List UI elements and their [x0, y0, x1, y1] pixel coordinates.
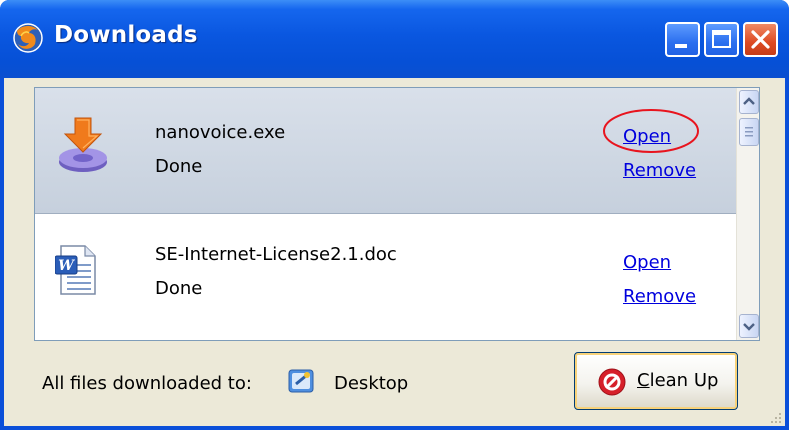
title-bar[interactable]: Downloads	[0, 0, 789, 78]
svg-text:W: W	[58, 258, 75, 274]
download-item[interactable]: nanovoice.exe Done Open Remove	[35, 88, 737, 214]
download-status: Done	[155, 156, 203, 177]
scroll-down-button[interactable]	[739, 314, 759, 338]
scroll-thumb[interactable]	[739, 118, 759, 146]
clean-up-label-rest: lean Up	[649, 370, 719, 391]
minimize-button[interactable]	[665, 22, 700, 57]
download-location-label: All files downloaded to:	[42, 373, 252, 394]
downloads-window: Downloads nanovoice.exe Done Open Remove…	[0, 0, 789, 430]
cancel-icon	[597, 367, 627, 397]
close-button[interactable]	[743, 22, 778, 57]
window-title: Downloads	[54, 22, 198, 48]
download-item[interactable]: W SE-Internet-License2.1.doc Done Open R…	[35, 214, 737, 340]
firefox-icon	[12, 22, 44, 54]
red-ellipse-annotation	[602, 108, 700, 154]
clean-up-access-key: C	[637, 370, 650, 391]
word-document-icon: W	[54, 244, 97, 296]
download-status: Done	[155, 278, 203, 299]
downloads-list: nanovoice.exe Done Open Remove W SE-Inte…	[34, 87, 760, 341]
dialog-body: nanovoice.exe Done Open Remove W SE-Inte…	[4, 78, 785, 426]
vertical-scrollbar[interactable]	[736, 88, 759, 340]
scroll-up-button[interactable]	[739, 90, 759, 114]
resize-grip-icon[interactable]	[769, 410, 783, 424]
desktop-folder-icon[interactable]	[287, 366, 317, 396]
file-name: nanovoice.exe	[155, 122, 286, 143]
remove-link[interactable]: Remove	[623, 286, 696, 307]
maximize-button[interactable]	[704, 22, 739, 57]
open-link[interactable]: Open	[623, 252, 671, 273]
download-folder-name[interactable]: Desktop	[334, 373, 408, 394]
remove-link[interactable]: Remove	[623, 160, 696, 181]
clean-up-button[interactable]: Clean Up	[574, 352, 738, 410]
file-name: SE-Internet-License2.1.doc	[155, 244, 397, 265]
clean-up-label: Clean Up	[637, 370, 718, 391]
installer-download-icon	[55, 114, 111, 176]
